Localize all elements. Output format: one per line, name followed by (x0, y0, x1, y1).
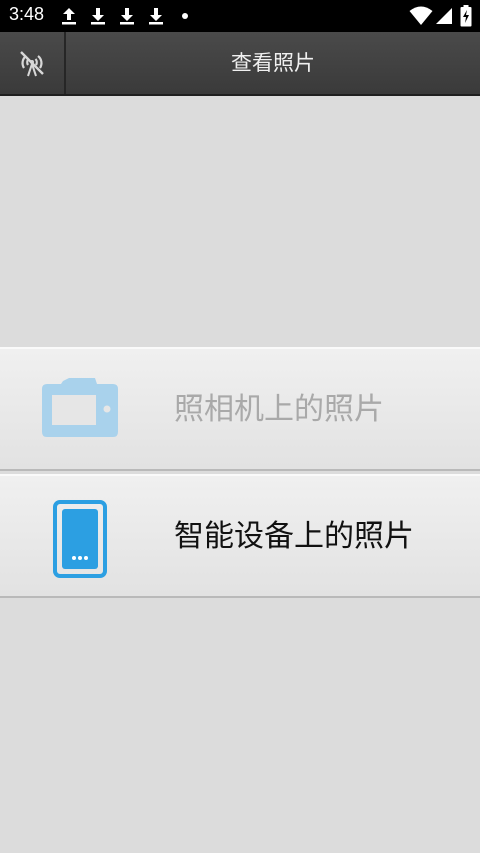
device-photos-label: 智能设备上的照片 (174, 519, 414, 554)
camera-icon (42, 378, 118, 437)
title-bar: 查看照片 (0, 32, 480, 96)
download-icon (149, 8, 163, 25)
wifi-toggle-button[interactable] (0, 32, 66, 94)
device-photos-item[interactable]: 智能设备上的照片 (0, 474, 480, 598)
download-icon (120, 8, 134, 25)
status-bar: 3:48 (0, 0, 480, 32)
smartphone-icon (53, 500, 107, 578)
status-time: 3:48 (9, 4, 45, 24)
camera-photos-label: 照相机上的照片 (174, 392, 384, 427)
more-notifications-dot (182, 13, 188, 19)
wifi-off-icon (20, 51, 44, 77)
battery-charging-icon (460, 5, 472, 27)
wifi-icon (409, 6, 433, 25)
cell-signal-icon (436, 8, 452, 24)
page-title: 查看照片 (231, 51, 315, 75)
download-icon (91, 8, 105, 25)
camera-photos-item[interactable]: 照相机上的照片 (0, 347, 480, 471)
upload-icon (62, 8, 76, 25)
